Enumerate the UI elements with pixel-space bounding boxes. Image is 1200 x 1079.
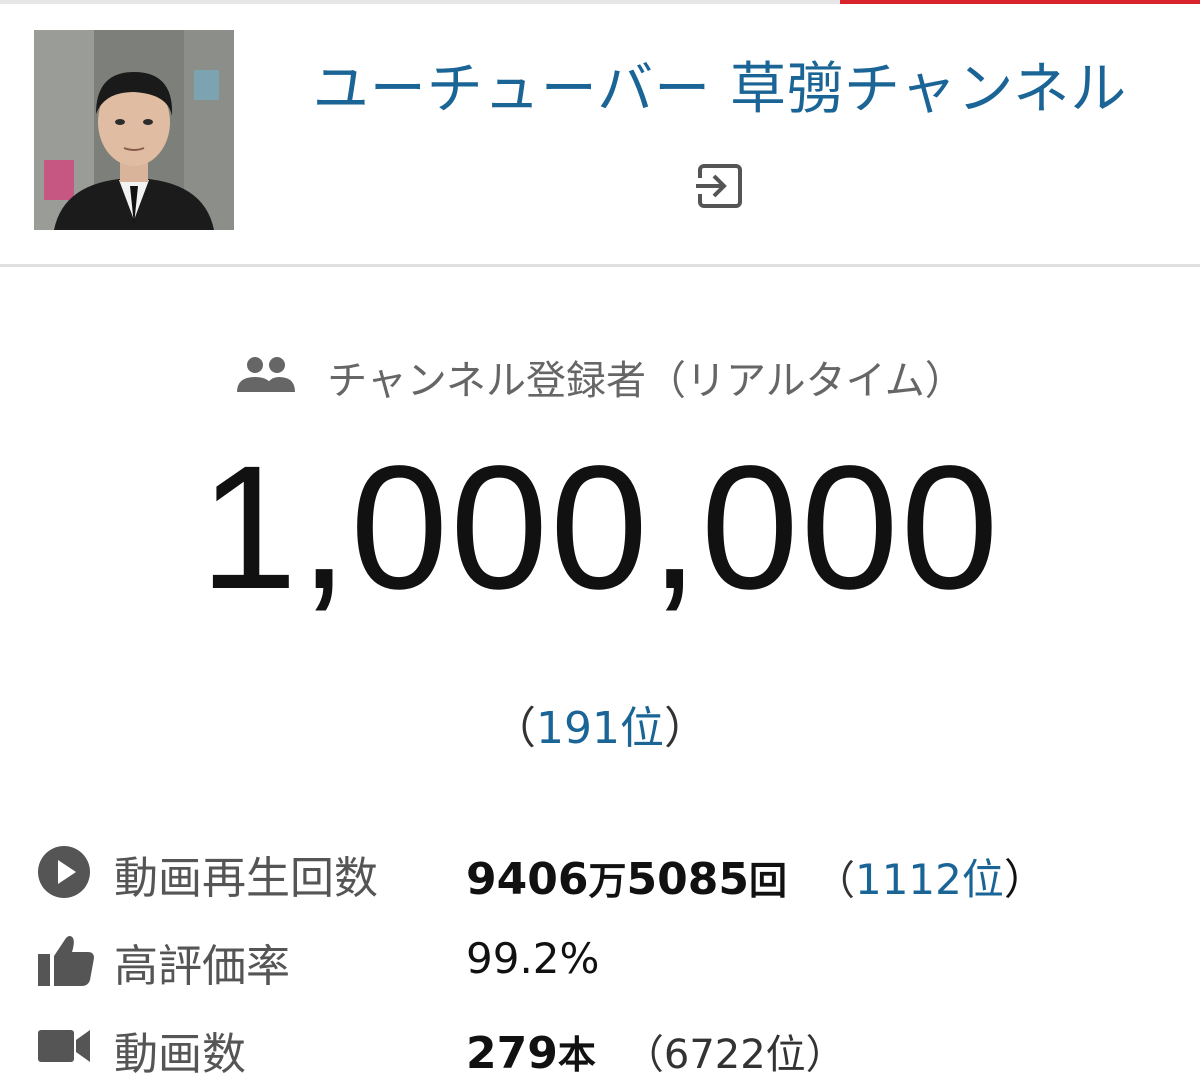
subscriber-rank-link[interactable]: 191位 <box>536 703 664 754</box>
rank-close-paren: ） <box>663 703 708 754</box>
channel-header: ユーチューバー 草彅チャンネル <box>0 4 1200 267</box>
views-num-1: 9406 <box>466 854 589 905</box>
avatar-portrait <box>34 30 234 230</box>
channel-avatar[interactable] <box>34 30 234 230</box>
views-rank-close: ） <box>1003 855 1046 904</box>
views-rank-open: （ <box>814 858 855 904</box>
subscriber-rank-row: （191位） <box>0 692 1200 756</box>
stat-label-views: 動画再生回数 <box>114 853 378 904</box>
videos-num: 279 <box>466 1028 558 1079</box>
rank-open-paren: （ <box>492 703 536 754</box>
stat-row-videos: 動画数 279本 （6722位） <box>0 1012 1200 1079</box>
people-icon <box>235 354 297 404</box>
videos-unit: 本 <box>557 1033 596 1077</box>
video-camera-icon <box>36 1026 92 1070</box>
stat-value-videos: 279本 （6722位） <box>466 1022 846 1079</box>
views-unit-2: 回 <box>748 859 787 903</box>
subscriber-count: 1,000,000 <box>199 430 1001 626</box>
stat-value-views: 9406万5085回 （1112位） <box>466 846 1046 907</box>
play-circle-icon <box>36 844 92 904</box>
stat-row-views: 動画再生回数 9406万5085回 （1112位） <box>0 836 1200 916</box>
stat-label-rating: 高評価率 <box>114 941 290 992</box>
videos-rank: （6722位） <box>623 1032 846 1078</box>
views-num-2: 5085 <box>626 854 749 905</box>
subscriber-label: チャンネル登録者（リアルタイム） <box>327 358 965 404</box>
stat-value-rating: 99.2% <box>466 934 600 983</box>
channel-title[interactable]: ユーチューバー 草彅チャンネル <box>270 44 1170 125</box>
subscriber-label-row: チャンネル登録者（リアルタイム） <box>0 348 1200 408</box>
channel-stats-page: ユーチューバー 草彅チャンネル チャンネル登録者（リアルタイム） 1,000,0… <box>0 0 1200 1079</box>
views-unit-1: 万 <box>588 859 627 903</box>
stat-label-videos: 動画数 <box>114 1029 246 1079</box>
views-rank-link[interactable]: 1112位 <box>855 855 1004 904</box>
stat-row-rating: 高評価率 99.2% <box>0 924 1200 1004</box>
login-icon[interactable] <box>692 158 748 214</box>
thumbs-up-icon <box>36 932 96 992</box>
